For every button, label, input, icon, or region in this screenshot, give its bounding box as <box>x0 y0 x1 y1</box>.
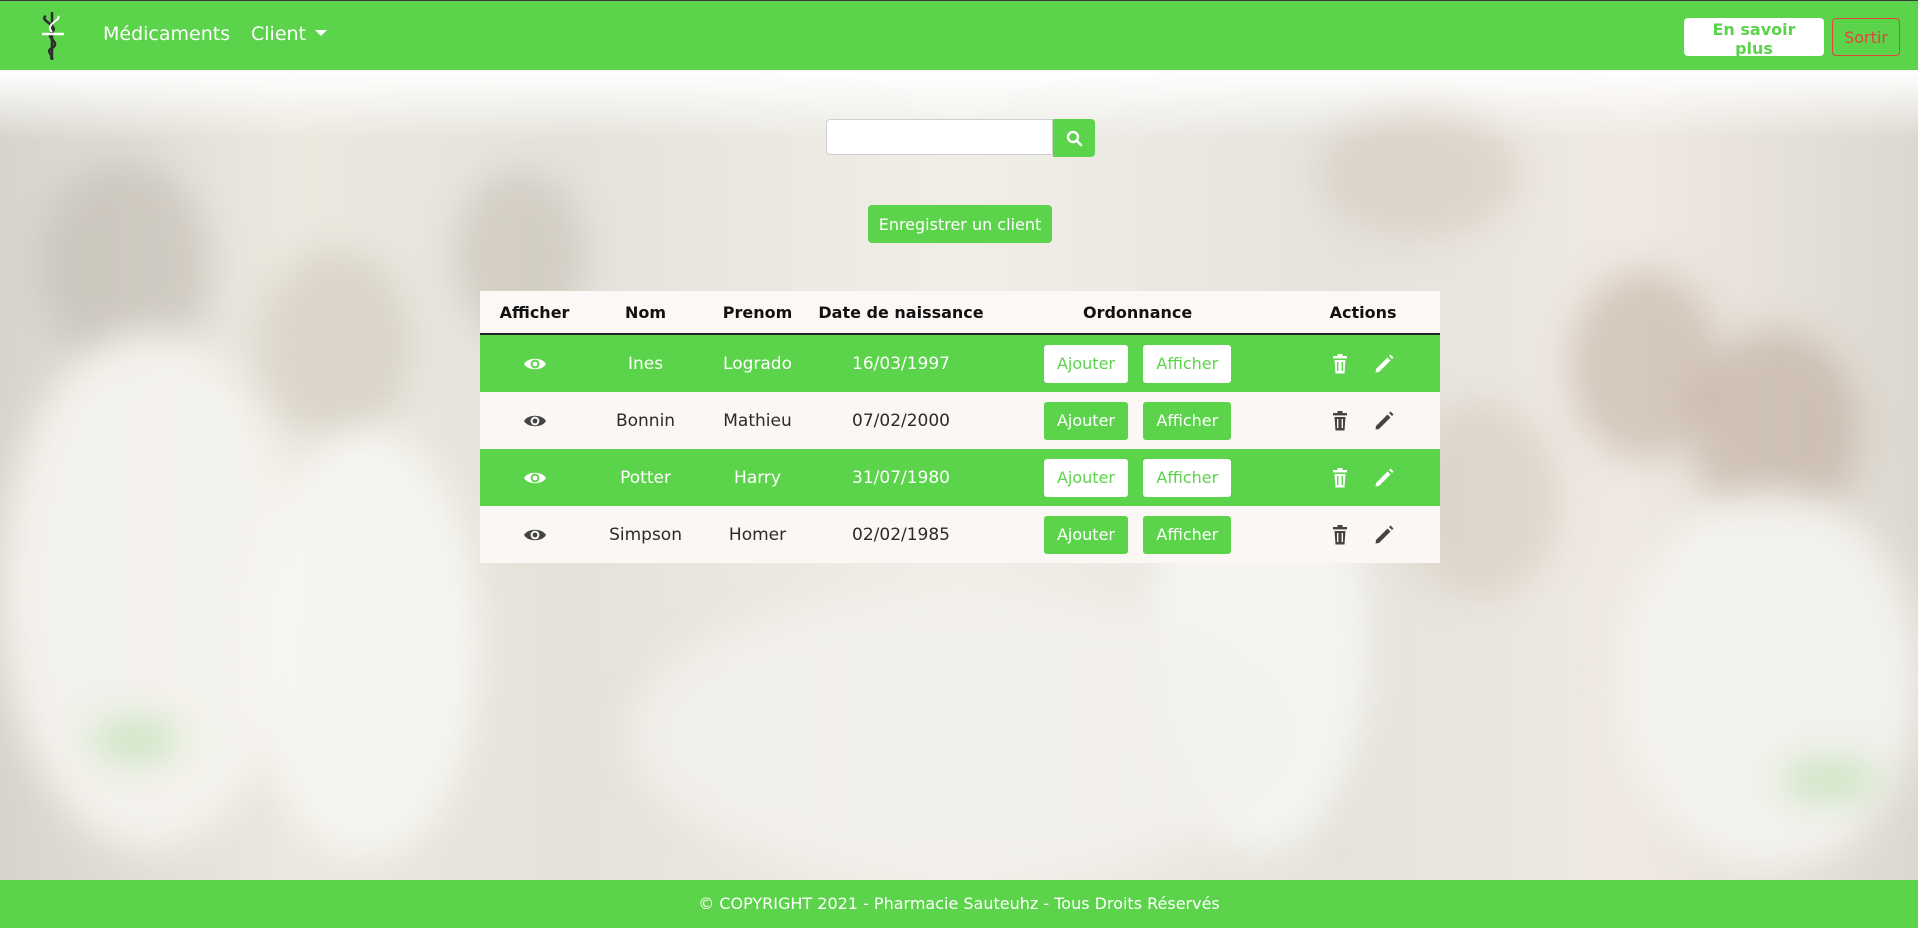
cell-ordonnance: Ajouter Afficher <box>989 334 1287 392</box>
cell-prenom: Homer <box>702 506 813 563</box>
table-row: Bonnin Mathieu 07/02/2000 Ajouter Affich… <box>480 392 1440 449</box>
show-prescription-button[interactable]: Afficher <box>1143 344 1232 383</box>
header-ordonnance: Ordonnance <box>989 291 1287 335</box>
show-prescription-button[interactable]: Afficher <box>1143 515 1232 554</box>
cell-ordonnance: Ajouter Afficher <box>989 506 1287 563</box>
search-icon <box>1066 130 1083 147</box>
cell-ordonnance: Ajouter Afficher <box>989 449 1287 506</box>
eye-icon[interactable] <box>523 354 547 374</box>
header-afficher: Afficher <box>480 291 590 335</box>
add-prescription-button[interactable]: Ajouter <box>1043 515 1128 554</box>
header-date-naissance: Date de naissance <box>813 291 990 335</box>
nav-client-label: Client <box>251 23 307 45</box>
chevron-down-icon <box>315 30 328 36</box>
table-header-row: Afficher Nom Prenom Date de naissance Or… <box>480 291 1440 335</box>
cell-nom: Bonnin <box>589 392 703 449</box>
trash-icon[interactable] <box>1332 467 1348 488</box>
view-cell <box>480 506 590 563</box>
show-prescription-button[interactable]: Afficher <box>1143 458 1232 497</box>
caduceus-icon[interactable] <box>34 10 70 62</box>
footer: © COPYRIGHT 2021 - Pharmacie Sauteuhz - … <box>0 880 1918 928</box>
eye-icon[interactable] <box>523 468 547 488</box>
cell-nom: Ines <box>589 334 703 392</box>
register-client-button[interactable]: Enregistrer un client <box>868 205 1052 243</box>
cell-ordonnance: Ajouter Afficher <box>989 392 1287 449</box>
search-button[interactable] <box>1053 119 1095 157</box>
view-cell <box>480 392 590 449</box>
header-nom: Nom <box>589 291 703 335</box>
cell-actions <box>1286 334 1440 392</box>
cell-prenom: Mathieu <box>702 392 813 449</box>
show-prescription-button[interactable]: Afficher <box>1143 401 1232 440</box>
top-navbar: Médicaments Client En savoir plus Sortir <box>0 0 1918 70</box>
pencil-icon[interactable] <box>1374 468 1394 488</box>
table-row: Simpson Homer 02/02/1985 Ajouter Affiche… <box>480 506 1440 563</box>
copyright-text: © COPYRIGHT 2021 - Pharmacie Sauteuhz - … <box>698 894 1220 913</box>
pencil-icon[interactable] <box>1374 525 1394 545</box>
trash-icon[interactable] <box>1332 524 1348 545</box>
clients-table: Afficher Nom Prenom Date de naissance Or… <box>480 291 1440 563</box>
cell-prenom: Logrado <box>702 334 813 392</box>
cell-actions <box>1286 449 1440 506</box>
pencil-icon[interactable] <box>1374 411 1394 431</box>
cell-nom: Potter <box>589 449 703 506</box>
cell-nom: Simpson <box>589 506 703 563</box>
nav-link-medicaments[interactable]: Médicaments <box>103 23 230 45</box>
nav-dropdown-client[interactable]: Client <box>251 23 328 45</box>
logout-button[interactable]: Sortir <box>1832 18 1900 56</box>
table-row: Potter Harry 31/07/1980 Ajouter Afficher <box>480 449 1440 506</box>
add-prescription-button[interactable]: Ajouter <box>1043 458 1128 497</box>
cell-date-naissance: 16/03/1997 <box>813 334 990 392</box>
view-cell <box>480 334 590 392</box>
eye-icon[interactable] <box>523 411 547 431</box>
cell-prenom: Harry <box>702 449 813 506</box>
add-prescription-button[interactable]: Ajouter <box>1043 401 1128 440</box>
cell-date-naissance: 02/02/1985 <box>813 506 990 563</box>
search-input[interactable] <box>826 119 1053 155</box>
add-prescription-button[interactable]: Ajouter <box>1043 344 1128 383</box>
header-actions: Actions <box>1286 291 1440 335</box>
view-cell <box>480 449 590 506</box>
trash-icon[interactable] <box>1332 410 1348 431</box>
table-row: Ines Logrado 16/03/1997 Ajouter Afficher <box>480 334 1440 392</box>
cell-date-naissance: 07/02/2000 <box>813 392 990 449</box>
eye-icon[interactable] <box>523 525 547 545</box>
cell-actions <box>1286 392 1440 449</box>
cell-date-naissance: 31/07/1980 <box>813 449 990 506</box>
cell-actions <box>1286 506 1440 563</box>
pencil-icon[interactable] <box>1374 354 1394 374</box>
trash-icon[interactable] <box>1332 353 1348 374</box>
header-prenom: Prenom <box>702 291 813 335</box>
learn-more-button[interactable]: En savoir plus <box>1684 18 1824 58</box>
